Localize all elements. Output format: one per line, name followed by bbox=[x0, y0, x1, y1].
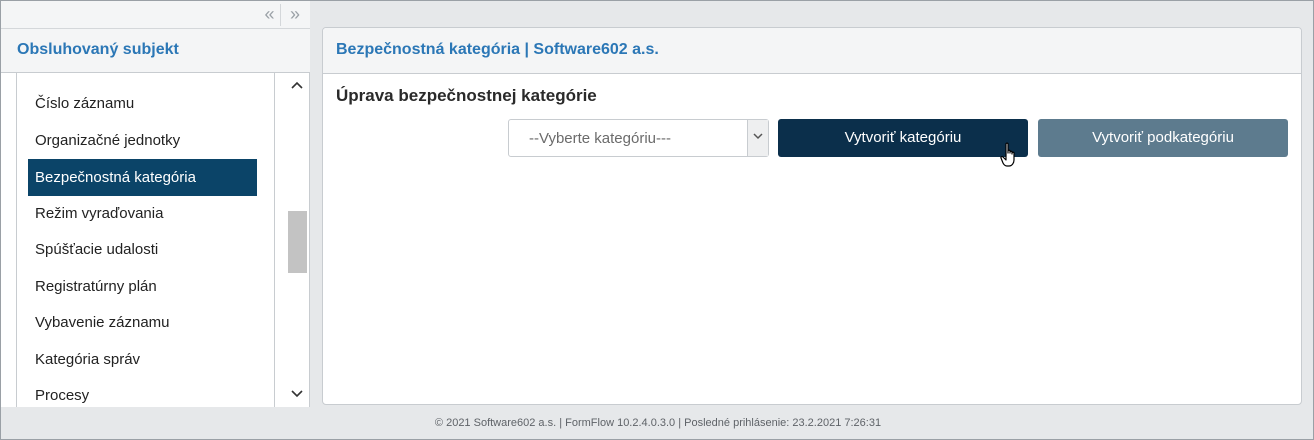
page-title: Bezpečnostná kategória | Software602 a.s… bbox=[336, 41, 659, 58]
main-header: Bezpečnostná kategória | Software602 a.s… bbox=[323, 28, 1301, 74]
sidebar-scrollbar[interactable] bbox=[286, 73, 308, 407]
create-category-button[interactable]: Vytvoriť kategóriu bbox=[778, 119, 1028, 157]
sidebar-item-spustacie-udalosti[interactable]: Spúšťacie udalosti bbox=[28, 231, 257, 268]
section-heading: Úprava bezpečnostnej kategórie bbox=[336, 86, 597, 105]
sidebar-item-cislo-zaznamu[interactable]: Číslo záznamu bbox=[28, 85, 257, 122]
chevron-down-icon[interactable] bbox=[747, 120, 768, 156]
sidebar-item-organizacne-jednotky[interactable]: Organizačné jednotky bbox=[28, 122, 257, 159]
sidebar-item-vybavenie-zaznamu[interactable]: Vybavenie záznamu bbox=[28, 304, 257, 341]
sidebar-title: Obsluhovaný subjekt bbox=[17, 41, 179, 58]
scroll-thumb[interactable] bbox=[288, 211, 307, 273]
sidebar-item-kategoria-sprav[interactable]: Kategória správ bbox=[28, 341, 257, 378]
sidebar-item-rezim-vyradovania[interactable]: Režim vyraďovania bbox=[28, 195, 257, 232]
hand-pointer-icon bbox=[1000, 142, 1015, 167]
left-panel: « » Obsluhovaný subjekt Číslo záznamu Or… bbox=[1, 1, 310, 407]
main-panel: Bezpečnostná kategória | Software602 a.s… bbox=[322, 27, 1302, 405]
sidebar-item-registraturny-plan[interactable]: Registratúrny plán bbox=[28, 268, 257, 305]
sidebar-nav: Číslo záznamu Organizačné jednotky Bezpe… bbox=[16, 73, 275, 407]
expand-right-icon[interactable]: » bbox=[284, 4, 306, 26]
collapse-left-icon[interactable]: « bbox=[259, 4, 281, 26]
footer-text: © 2021 Software602 a.s. | FormFlow 10.2.… bbox=[434, 417, 882, 429]
scroll-down-icon[interactable] bbox=[286, 384, 308, 404]
sidebar-header: Obsluhovaný subjekt bbox=[1, 29, 310, 73]
scroll-up-icon[interactable] bbox=[286, 75, 308, 95]
sidebar-item-bezpecnostna-kategoria[interactable]: Bezpečnostná kategória bbox=[28, 159, 257, 196]
sidebar-item-procesy[interactable]: Procesy bbox=[28, 377, 257, 407]
category-select-value: --Vyberte kategóriu--- bbox=[529, 130, 671, 147]
collapse-bar: « » bbox=[1, 1, 310, 29]
create-subcategory-button[interactable]: Vytvoriť podkategóriu bbox=[1038, 119, 1288, 157]
category-select[interactable]: --Vyberte kategóriu--- bbox=[508, 119, 769, 157]
